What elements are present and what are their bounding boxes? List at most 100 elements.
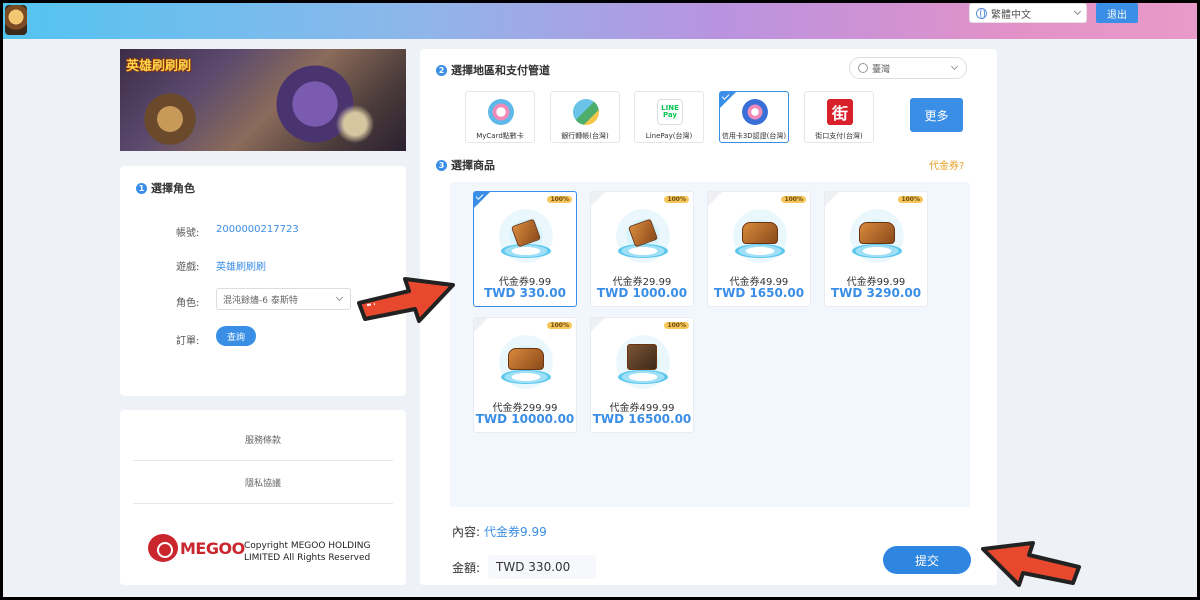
unselected-corner bbox=[825, 192, 839, 206]
brand-name: MEGOO bbox=[180, 538, 245, 558]
amount-row: 金額: TWD 330.00 bbox=[452, 555, 597, 579]
query-button[interactable]: 查詢 bbox=[216, 326, 256, 346]
megoo-logo: MEGOO bbox=[148, 534, 245, 562]
payment-method-label: 信用卡3D認證(台灣) bbox=[721, 132, 787, 140]
order-row: 訂單: 查詢 bbox=[176, 326, 256, 347]
character-select[interactable]: 混沌餘燼-6 泰斯特 bbox=[216, 288, 351, 310]
payment-method-jkopay[interactable]: 街 街口支付(台灣) bbox=[804, 91, 874, 143]
globe-icon bbox=[976, 7, 987, 19]
chevron-down-icon bbox=[335, 293, 344, 302]
product-card[interactable]: 100% 代金券9.99 TWD 330.00 bbox=[473, 191, 577, 307]
voucher-pile-icon bbox=[508, 348, 544, 370]
product-price: TWD 1650.00 bbox=[713, 286, 805, 300]
annotation-arrow-icon bbox=[981, 541, 1081, 587]
role-section-title: 1 選擇角色 bbox=[136, 180, 195, 196]
copyright-text: Copyright MEGOO HOLDING LIMITED All Righ… bbox=[244, 541, 371, 563]
globe-icon bbox=[858, 63, 868, 73]
product-price: TWD 330.00 bbox=[484, 286, 566, 300]
product-card[interactable]: 100% 代金券499.99 TWD 16500.00 bbox=[590, 317, 694, 433]
game-label: 遊戲: bbox=[176, 262, 200, 273]
selected-check-icon bbox=[474, 192, 490, 208]
language-select[interactable]: 繁體中文 bbox=[969, 3, 1087, 23]
logout-button[interactable]: 退出 bbox=[1096, 3, 1138, 23]
purchase-panel: 2 選擇地區和支付管道 臺灣 MyCard點數卡 銀行轉帳(台灣) LINE Pa… bbox=[420, 49, 997, 585]
product-pedestal bbox=[501, 370, 551, 384]
content-row: 內容: 代金券9.99 bbox=[452, 523, 547, 540]
game-banner: 英雄刷刷刷 bbox=[120, 49, 406, 151]
payment-method-label: LinePay(台灣) bbox=[645, 132, 693, 140]
step-number: 2 bbox=[436, 64, 447, 76]
more-payment-button[interactable]: 更多 bbox=[910, 98, 963, 132]
game-row: 遊戲: 英雄刷刷刷 bbox=[176, 258, 266, 273]
payment-section-title: 2 選擇地區和支付管道 bbox=[436, 62, 550, 78]
step-number: 3 bbox=[436, 159, 447, 171]
bonus-badge: 100% bbox=[664, 322, 689, 329]
jkopay-icon: 街 bbox=[827, 99, 853, 125]
bonus-badge: 100% bbox=[664, 196, 689, 203]
character-value: 混沌餘燼-6 泰斯特 bbox=[223, 295, 298, 306]
selected-check-icon bbox=[720, 92, 736, 108]
linepay-icon: LINE Pay bbox=[657, 99, 683, 125]
character-label: 角色: bbox=[176, 298, 200, 309]
product-grid: 100% 代金券9.99 TWD 330.00 100% 代金券29.99 TW… bbox=[450, 182, 970, 507]
top-bar: 繁體中文 退出 bbox=[3, 3, 1197, 39]
annotation-arrow-icon bbox=[357, 277, 455, 323]
language-label: 繁體中文 bbox=[991, 9, 1031, 21]
product-card[interactable]: 100% 代金券99.99 TWD 3290.00 bbox=[824, 191, 928, 307]
payment-method-label: MyCard點數卡 bbox=[476, 132, 524, 140]
product-pedestal bbox=[618, 370, 668, 384]
megoo-logo-icon bbox=[148, 534, 178, 562]
payment-method-label: 銀行轉帳(台灣) bbox=[561, 132, 609, 140]
links-card: 服務條款 隱私協議 MEGOO Copyright MEGOO HOLDING … bbox=[120, 410, 406, 585]
payment-method-mycard[interactable]: MyCard點數卡 bbox=[465, 91, 535, 143]
product-card[interactable]: 100% 代金券299.99 TWD 10000.00 bbox=[473, 317, 577, 433]
voucher-stack-icon bbox=[742, 222, 778, 244]
product-price: TWD 1000.00 bbox=[596, 286, 688, 300]
mycard-icon bbox=[488, 99, 514, 125]
section-title-text: 選擇地區和支付管道 bbox=[451, 64, 550, 77]
character-row: 角色: 混沌餘燼-6 泰斯特 bbox=[176, 288, 351, 310]
order-label: 訂單: bbox=[176, 336, 200, 347]
unselected-corner bbox=[591, 318, 605, 332]
payment-method-credit-card[interactable]: 信用卡3D認證(台灣) bbox=[719, 91, 789, 143]
payment-method-linepay[interactable]: LINE Pay LinePay(台灣) bbox=[634, 91, 704, 143]
product-pedestal bbox=[735, 244, 785, 258]
voucher-chest-icon bbox=[627, 344, 657, 370]
voucher-stack-icon bbox=[859, 222, 895, 244]
voucher-help-link[interactable]: 代金券? bbox=[929, 157, 964, 172]
product-price: TWD 3290.00 bbox=[830, 286, 922, 300]
credit-card-icon bbox=[742, 99, 768, 125]
game-value: 英雄刷刷刷 bbox=[216, 262, 266, 273]
unselected-corner bbox=[708, 192, 722, 206]
amount-label: 金額: bbox=[452, 560, 481, 575]
amount-field: TWD 330.00 bbox=[488, 555, 597, 579]
bonus-badge: 100% bbox=[898, 196, 923, 203]
divider bbox=[133, 503, 393, 504]
bonus-badge: 100% bbox=[547, 322, 572, 329]
product-pedestal bbox=[852, 244, 902, 258]
account-value: 2000000217723 bbox=[216, 224, 299, 235]
content-value: 代金券9.99 bbox=[484, 525, 547, 539]
region-select[interactable]: 臺灣 bbox=[849, 57, 967, 79]
bonus-badge: 100% bbox=[781, 196, 806, 203]
game-logo-icon[interactable] bbox=[5, 5, 27, 35]
product-section-title: 3 選擇商品 bbox=[436, 157, 495, 173]
payment-method-bank-transfer[interactable]: 銀行轉帳(台灣) bbox=[550, 91, 620, 143]
product-card[interactable]: 100% 代金券29.99 TWD 1000.00 bbox=[590, 191, 694, 307]
product-price: TWD 16500.00 bbox=[592, 412, 692, 426]
step-number: 1 bbox=[136, 182, 147, 194]
terms-link[interactable]: 服務條款 bbox=[133, 433, 393, 446]
account-row: 帳號: 2000000217723 bbox=[176, 224, 299, 239]
banner-art-hero bbox=[140, 89, 200, 149]
product-pedestal bbox=[618, 244, 668, 258]
privacy-link[interactable]: 隱私協議 bbox=[133, 476, 393, 489]
banner-title: 英雄刷刷刷 bbox=[126, 59, 192, 74]
submit-button[interactable]: 提交 bbox=[883, 546, 971, 574]
chevron-down-icon bbox=[950, 62, 959, 71]
product-card[interactable]: 100% 代金券49.99 TWD 1650.00 bbox=[707, 191, 811, 307]
divider bbox=[133, 460, 393, 461]
chevron-down-icon bbox=[1073, 7, 1082, 16]
bank-transfer-icon bbox=[573, 99, 599, 125]
payment-method-label: 街口支付(台灣) bbox=[815, 132, 863, 140]
section-title-text: 選擇角色 bbox=[151, 182, 195, 195]
